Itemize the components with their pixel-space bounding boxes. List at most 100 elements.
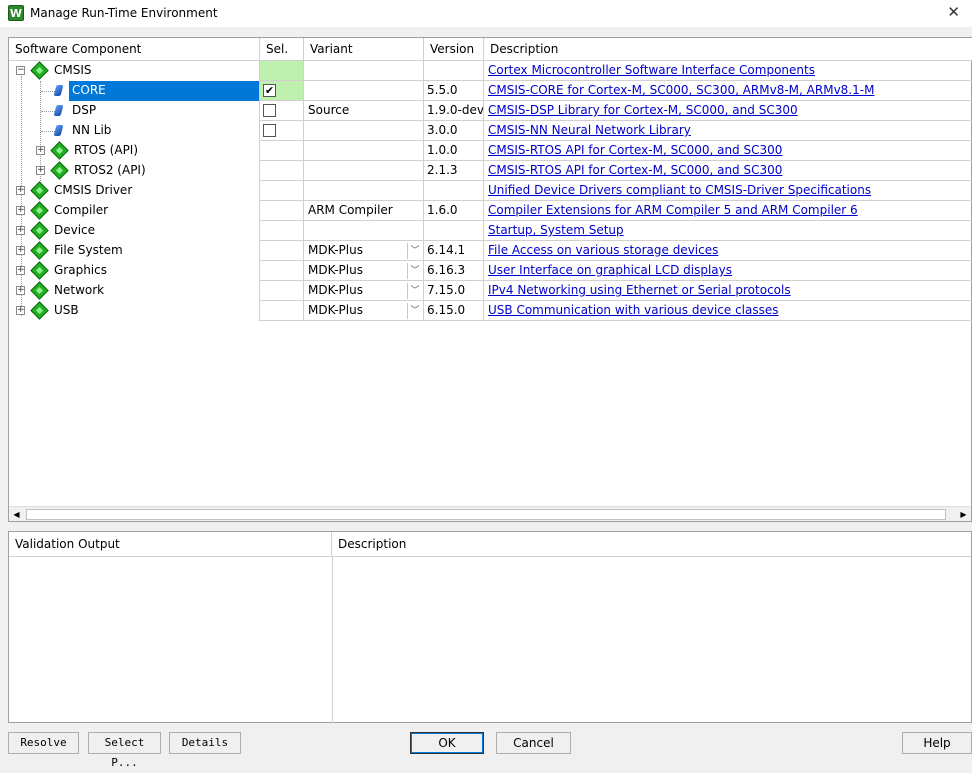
- horizontal-scrollbar[interactable]: ◀ ▶: [9, 506, 971, 521]
- table-row[interactable]: − CMSIS Cortex Microcontroller Software …: [9, 61, 972, 81]
- variant-dropdown[interactable]: MDK-Plus ﹀: [304, 261, 424, 281]
- header-validation-output[interactable]: Validation Output: [9, 532, 332, 557]
- help-button[interactable]: Help: [902, 732, 972, 754]
- expand-icon[interactable]: +: [16, 226, 25, 235]
- variant-cell: [304, 81, 424, 101]
- sel-cell: [260, 141, 304, 161]
- variant-dropdown[interactable]: MDK-Plus ﹀: [304, 241, 424, 261]
- table-row[interactable]: + USB MDK-Plus ﹀ 6.15.0 USB Communicatio…: [9, 301, 972, 321]
- description-link[interactable]: File Access on various storage devices: [488, 243, 718, 257]
- expand-icon[interactable]: +: [16, 246, 25, 255]
- expand-icon[interactable]: +: [16, 186, 25, 195]
- description-link[interactable]: Cortex Microcontroller Software Interfac…: [488, 63, 815, 77]
- select-checkbox[interactable]: [263, 124, 276, 137]
- description-link[interactable]: USB Communication with various device cl…: [488, 303, 779, 317]
- sel-cell: [260, 301, 304, 321]
- chevron-down-icon[interactable]: ﹀: [407, 283, 422, 299]
- description-link[interactable]: User Interface on graphical LCD displays: [488, 263, 732, 277]
- sel-cell: [260, 281, 304, 301]
- variant-cell: [304, 141, 424, 161]
- details-button[interactable]: Details: [169, 732, 241, 754]
- component-name[interactable]: Compiler: [51, 201, 111, 221]
- component-name[interactable]: CMSIS: [51, 61, 95, 81]
- header-validation-description[interactable]: Description: [332, 532, 971, 557]
- variant-value: MDK-Plus: [308, 303, 363, 317]
- variant-dropdown[interactable]: MDK-Plus ﹀: [304, 301, 424, 321]
- component-name[interactable]: CMSIS Driver: [51, 181, 135, 201]
- scrollbar-thumb[interactable]: [26, 509, 946, 520]
- select-checkbox[interactable]: [263, 104, 276, 117]
- header-variant[interactable]: Variant: [304, 38, 424, 61]
- variant-value: MDK-Plus: [308, 263, 363, 277]
- component-name[interactable]: USB: [51, 301, 82, 321]
- collapse-icon[interactable]: −: [16, 66, 25, 75]
- chevron-down-icon[interactable]: ﹀: [407, 263, 422, 279]
- expand-icon[interactable]: +: [16, 266, 25, 275]
- header-version[interactable]: Version: [424, 38, 484, 61]
- expand-icon[interactable]: +: [36, 166, 45, 175]
- validation-panel: Validation Output Description: [8, 531, 972, 723]
- description-link[interactable]: Compiler Extensions for ARM Compiler 5 a…: [488, 203, 858, 217]
- chevron-down-icon[interactable]: ﹀: [407, 243, 422, 259]
- variant-cell: [304, 221, 424, 241]
- description-link[interactable]: CMSIS-DSP Library for Cortex-M, SC000, a…: [488, 103, 798, 117]
- component-name[interactable]: CORE: [69, 81, 259, 101]
- table-row[interactable]: + Compiler ARM Compiler 1.6.0 Compiler E…: [9, 201, 972, 221]
- table-row[interactable]: + RTOS2 (API) 2.1.3 CMSIS-RTOS API for C…: [9, 161, 972, 181]
- variant-cell: Source: [304, 101, 424, 121]
- table-row[interactable]: NN Lib 3.0.0 CMSIS-NN Neural Network Lib…: [9, 121, 972, 141]
- table-row[interactable]: + Graphics MDK-Plus ﹀ 6.16.3 User Interf…: [9, 261, 972, 281]
- table-row[interactable]: DSP Source 1.9.0-dev CMSIS-DSP Library f…: [9, 101, 972, 121]
- component-name[interactable]: NN Lib: [69, 121, 114, 141]
- select-packs-button[interactable]: Select P...: [88, 732, 161, 769]
- component-name[interactable]: DSP: [69, 101, 99, 121]
- column-divider: [332, 557, 333, 723]
- variant-dropdown[interactable]: MDK-Plus ﹀: [304, 281, 424, 301]
- cancel-button[interactable]: Cancel: [496, 732, 571, 754]
- scroll-right-icon[interactable]: ▶: [956, 507, 971, 522]
- sel-cell: [260, 101, 304, 121]
- component-name[interactable]: RTOS2 (API): [71, 161, 149, 181]
- version-cell: [424, 181, 484, 201]
- sel-cell: [260, 201, 304, 221]
- expand-icon[interactable]: +: [16, 206, 25, 215]
- chevron-down-icon[interactable]: ﹀: [407, 303, 422, 319]
- expand-icon[interactable]: +: [16, 286, 25, 295]
- header-sel[interactable]: Sel.: [260, 38, 304, 61]
- version-cell: 7.15.0: [424, 281, 484, 301]
- table-row[interactable]: + Device Startup, System Setup: [9, 221, 972, 241]
- description-link[interactable]: CMSIS-CORE for Cortex-M, SC000, SC300, A…: [488, 83, 874, 97]
- header-software-component[interactable]: Software Component: [9, 38, 260, 61]
- green-gem-icon: [30, 181, 49, 200]
- scroll-left-icon[interactable]: ◀: [9, 507, 24, 522]
- variant-cell: ARM Compiler: [304, 201, 424, 221]
- table-row[interactable]: CORE ✔ 5.5.0 CMSIS-CORE for Cortex-M, SC…: [9, 81, 972, 101]
- component-name[interactable]: Device: [51, 221, 98, 241]
- expand-icon[interactable]: +: [36, 146, 45, 155]
- description-link[interactable]: Unified Device Drivers compliant to CMSI…: [488, 183, 871, 197]
- table-row[interactable]: + CMSIS Driver Unified Device Drivers co…: [9, 181, 972, 201]
- table-row[interactable]: + RTOS (API) 1.0.0 CMSIS-RTOS API for Co…: [9, 141, 972, 161]
- expand-icon[interactable]: +: [16, 306, 25, 315]
- resolve-button[interactable]: Resolve: [8, 732, 79, 754]
- select-checkbox[interactable]: ✔: [263, 84, 276, 97]
- header-description[interactable]: Description: [484, 38, 972, 61]
- table-row[interactable]: + File System MDK-Plus ﹀ 6.14.1 File Acc…: [9, 241, 972, 261]
- description-link[interactable]: Startup, System Setup: [488, 223, 624, 237]
- version-cell: 5.5.0: [424, 81, 484, 101]
- component-name[interactable]: File System: [51, 241, 126, 261]
- variant-cell: [304, 161, 424, 181]
- component-name[interactable]: RTOS (API): [71, 141, 141, 161]
- variant-cell: [304, 61, 424, 81]
- table-row[interactable]: + Network MDK-Plus ﹀ 7.15.0 IPv4 Network…: [9, 281, 972, 301]
- description-link[interactable]: CMSIS-RTOS API for Cortex-M, SC000, and …: [488, 163, 782, 177]
- description-link[interactable]: CMSIS-NN Neural Network Library: [488, 123, 691, 137]
- version-cell: 1.6.0: [424, 201, 484, 221]
- description-link[interactable]: CMSIS-RTOS API for Cortex-M, SC000, and …: [488, 143, 782, 157]
- green-gem-icon: [30, 201, 49, 220]
- close-icon[interactable]: ✕: [947, 3, 960, 21]
- component-name[interactable]: Network: [51, 281, 107, 301]
- component-name[interactable]: Graphics: [51, 261, 110, 281]
- ok-button[interactable]: OK: [410, 732, 484, 754]
- description-link[interactable]: IPv4 Networking using Ethernet or Serial…: [488, 283, 791, 297]
